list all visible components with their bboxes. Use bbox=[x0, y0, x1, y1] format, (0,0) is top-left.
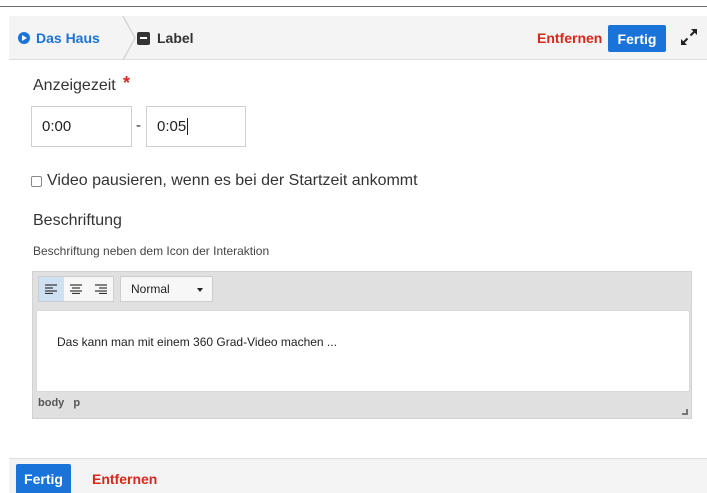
remove-button-bottom[interactable]: Entfernen bbox=[92, 464, 157, 493]
editor-toolbar: Normal bbox=[38, 276, 213, 303]
breadcrumb-current-label: Label bbox=[157, 30, 194, 46]
align-right-icon[interactable] bbox=[88, 277, 113, 301]
editor-text: Das kann man mit einem 360 Grad-Video ma… bbox=[57, 335, 337, 349]
display-time-label: Anzeigezeit bbox=[33, 77, 116, 94]
pause-video-option[interactable]: Video pausieren, wenn es bei der Startze… bbox=[31, 172, 418, 190]
required-marker: * bbox=[123, 73, 131, 93]
align-center-icon[interactable] bbox=[64, 277, 89, 301]
start-time-value: 0:00 bbox=[42, 118, 72, 135]
breadcrumb-current: Label bbox=[137, 16, 194, 60]
text-cursor bbox=[187, 118, 189, 135]
done-button-bottom[interactable]: Fertig bbox=[16, 464, 71, 493]
end-time-input[interactable]: 0:05 bbox=[146, 106, 246, 147]
pause-video-label: Video pausieren, wenn es bei der Startze… bbox=[47, 172, 418, 189]
align-left-icon[interactable] bbox=[39, 277, 64, 301]
breadcrumb-home[interactable]: Das Haus bbox=[9, 16, 100, 60]
editor-header: Das Haus Label Entfernen Fertig bbox=[9, 16, 707, 60]
element-path: body p bbox=[38, 397, 80, 409]
editor-footer: Fertig Entfernen bbox=[9, 458, 707, 493]
breadcrumb-separator-icon bbox=[122, 16, 136, 60]
pause-video-checkbox[interactable] bbox=[31, 175, 42, 187]
format-dropdown[interactable]: Normal bbox=[120, 276, 213, 302]
chevron-down-icon bbox=[197, 288, 203, 292]
resize-handle-icon[interactable] bbox=[682, 409, 688, 415]
label-icon bbox=[137, 31, 150, 45]
start-time-input[interactable]: 0:00 bbox=[31, 106, 132, 147]
form-content: Anzeigezeit * 0:00 - 0:05 Video pausiere… bbox=[9, 60, 707, 458]
remove-button[interactable]: Entfernen bbox=[537, 16, 602, 60]
format-value: Normal bbox=[131, 282, 170, 296]
editor-content-area[interactable]: Das kann man mit einem 360 Grad-Video ma… bbox=[36, 310, 690, 392]
caption-description: Beschriftung neben dem Icon der Interakt… bbox=[33, 244, 270, 258]
rich-text-editor: Normal Das kann man mit einem 360 Grad-V… bbox=[32, 271, 692, 419]
path-item-body[interactable]: body bbox=[38, 397, 64, 409]
breadcrumb-home-label: Das Haus bbox=[36, 30, 100, 46]
alignment-group bbox=[38, 276, 114, 302]
caption-title: Beschriftung bbox=[33, 212, 122, 229]
time-separator: - bbox=[136, 117, 141, 134]
path-item-p[interactable]: p bbox=[73, 397, 80, 409]
end-time-value: 0:05 bbox=[157, 118, 187, 135]
expand-icon[interactable] bbox=[680, 28, 698, 46]
done-button[interactable]: Fertig bbox=[608, 25, 666, 52]
play-circle-icon bbox=[18, 32, 30, 44]
top-divider bbox=[0, 0, 707, 7]
